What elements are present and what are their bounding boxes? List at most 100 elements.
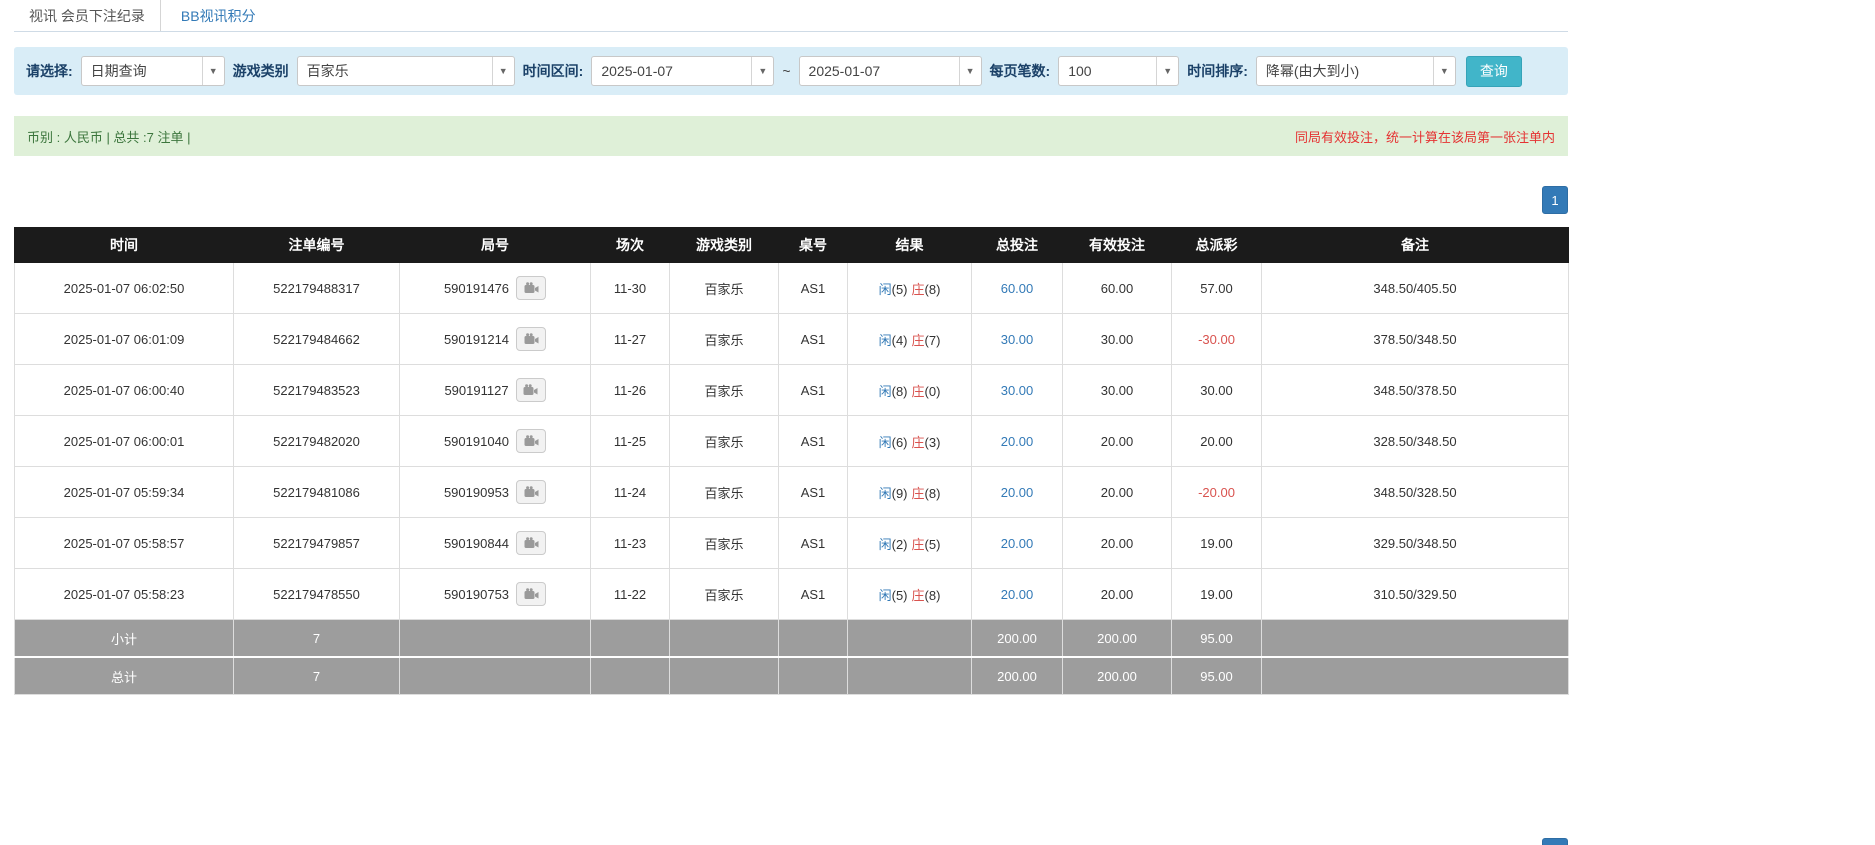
sort-order-value: 降幂(由大到小) bbox=[1257, 61, 1433, 81]
chevron-down-icon[interactable]: ▼ bbox=[492, 57, 514, 85]
chevron-down-icon[interactable]: ▼ bbox=[1433, 57, 1455, 85]
total-bet-link[interactable]: 60.00 bbox=[1001, 281, 1034, 296]
cell-round-id: 590191476 bbox=[400, 263, 591, 314]
video-replay-button[interactable] bbox=[516, 327, 546, 351]
col-session: 场次 bbox=[591, 228, 670, 263]
result-player-score: (9) bbox=[892, 486, 908, 501]
video-camera-icon bbox=[524, 537, 539, 549]
cell-payout: 57.00 bbox=[1172, 263, 1262, 314]
round-id-text: 590191214 bbox=[444, 332, 509, 347]
game-type-value: 百家乐 bbox=[298, 61, 492, 81]
cell-bet-id: 522179482020 bbox=[234, 416, 400, 467]
total-bet-link[interactable]: 30.00 bbox=[1001, 383, 1034, 398]
content: 视讯 会员下注纪录 BB视讯积分 请选择: 日期查询 ▼ 游戏类别 百家乐 ▼ … bbox=[14, 0, 1568, 695]
video-replay-button[interactable] bbox=[516, 429, 546, 453]
chevron-down-icon[interactable]: ▼ bbox=[1156, 57, 1178, 85]
cell-session: 11-30 bbox=[591, 263, 670, 314]
date-to-dropdown[interactable]: 2025-01-07 ▼ bbox=[799, 56, 982, 86]
cell-game-type: 百家乐 bbox=[670, 569, 779, 620]
col-remark: 备注 bbox=[1262, 228, 1569, 263]
cell-result: 闲(8)庄(0) bbox=[848, 365, 972, 416]
valid-bet-note-text: 同局有效投注，统一计算在该局第一张注单内 bbox=[1295, 127, 1555, 146]
grand-total-count: 7 bbox=[234, 657, 400, 695]
empty-cell bbox=[779, 620, 848, 658]
video-camera-icon bbox=[523, 384, 538, 396]
video-replay-button[interactable] bbox=[516, 480, 546, 504]
search-button[interactable]: 查询 bbox=[1466, 56, 1522, 87]
query-type-dropdown[interactable]: 日期查询 ▼ bbox=[81, 56, 225, 86]
cell-round-id: 590190753 bbox=[400, 569, 591, 620]
cell-total-bet: 20.00 bbox=[972, 518, 1063, 569]
grand-total-valid-bet: 200.00 bbox=[1063, 657, 1172, 695]
empty-cell bbox=[779, 657, 848, 695]
total-bet-link[interactable]: 20.00 bbox=[1001, 434, 1034, 449]
round-id-text: 590191040 bbox=[444, 434, 509, 449]
result-banker-label: 庄 bbox=[912, 384, 925, 399]
cell-time: 2025-01-07 06:01:09 bbox=[15, 314, 234, 365]
video-camera-icon bbox=[524, 282, 539, 294]
cell-total-bet: 30.00 bbox=[972, 314, 1063, 365]
result-banker-label: 庄 bbox=[912, 333, 925, 348]
video-replay-button[interactable] bbox=[516, 582, 546, 606]
grand-total-payout: 95.00 bbox=[1172, 657, 1262, 695]
cell-round-id: 590191127 bbox=[400, 365, 591, 416]
video-replay-button[interactable] bbox=[516, 276, 546, 300]
total-bet-link[interactable]: 30.00 bbox=[1001, 332, 1034, 347]
result-player-label: 闲 bbox=[879, 588, 892, 603]
cell-payout: 30.00 bbox=[1172, 365, 1262, 416]
cell-valid-bet: 20.00 bbox=[1063, 416, 1172, 467]
col-total-bet: 总投注 bbox=[972, 228, 1063, 263]
game-type-dropdown[interactable]: 百家乐 ▼ bbox=[297, 56, 515, 86]
filter-bar: 请选择: 日期查询 ▼ 游戏类别 百家乐 ▼ 时间区间: 2025-01-07 … bbox=[14, 47, 1568, 95]
cell-bet-id: 522179484662 bbox=[234, 314, 400, 365]
cell-result: 闲(4)庄(7) bbox=[848, 314, 972, 365]
subtotal-payout: 95.00 bbox=[1172, 620, 1262, 658]
cell-time: 2025-01-07 05:58:23 bbox=[15, 569, 234, 620]
cell-total-bet: 20.00 bbox=[972, 569, 1063, 620]
payout-value: 20.00 bbox=[1200, 434, 1233, 449]
grand-total-total-bet: 200.00 bbox=[972, 657, 1063, 695]
col-table-no: 桌号 bbox=[779, 228, 848, 263]
cell-bet-id: 522179479857 bbox=[234, 518, 400, 569]
total-bet-link[interactable]: 20.00 bbox=[1001, 485, 1034, 500]
cell-game-type: 百家乐 bbox=[670, 314, 779, 365]
chevron-down-icon[interactable]: ▼ bbox=[959, 57, 981, 85]
page-1-button-bottom[interactable]: 1 bbox=[1542, 838, 1568, 845]
cell-game-type: 百家乐 bbox=[670, 467, 779, 518]
cell-game-type: 百家乐 bbox=[670, 518, 779, 569]
subtotal-row: 小计 7 200.00 200.00 95.00 bbox=[15, 620, 1569, 658]
betting-records-table: 时间 注单编号 局号 场次 游戏类别 桌号 结果 总投注 有效投注 总派彩 备注… bbox=[14, 227, 1569, 695]
result-banker-label: 庄 bbox=[912, 282, 925, 297]
video-camera-icon bbox=[524, 588, 539, 600]
sort-order-dropdown[interactable]: 降幂(由大到小) ▼ bbox=[1256, 56, 1456, 86]
chevron-down-icon[interactable]: ▼ bbox=[202, 57, 224, 85]
range-separator: ~ bbox=[782, 63, 790, 79]
tab-betting-records[interactable]: 视讯 会员下注纪录 bbox=[14, 0, 161, 31]
video-replay-button[interactable] bbox=[516, 531, 546, 555]
date-from-dropdown[interactable]: 2025-01-07 ▼ bbox=[591, 56, 774, 86]
video-replay-button[interactable] bbox=[516, 378, 546, 402]
total-bet-link[interactable]: 20.00 bbox=[1001, 587, 1034, 602]
payout-value: 19.00 bbox=[1200, 536, 1233, 551]
tab-bb-video-points[interactable]: BB视讯积分 bbox=[166, 0, 271, 31]
result-banker-score: (7) bbox=[925, 333, 941, 348]
total-bet-link[interactable]: 20.00 bbox=[1001, 536, 1034, 551]
cell-time: 2025-01-07 05:59:34 bbox=[15, 467, 234, 518]
result-player-score: (5) bbox=[892, 282, 908, 297]
cell-round-id: 590190844 bbox=[400, 518, 591, 569]
cell-total-bet: 30.00 bbox=[972, 365, 1063, 416]
page-1-button[interactable]: 1 bbox=[1542, 186, 1568, 214]
grand-total-label: 总计 bbox=[15, 657, 234, 695]
col-valid-bet: 有效投注 bbox=[1063, 228, 1172, 263]
chevron-down-icon[interactable]: ▼ bbox=[751, 57, 773, 85]
cell-time: 2025-01-07 06:00:01 bbox=[15, 416, 234, 467]
col-bet-id: 注单编号 bbox=[234, 228, 400, 263]
round-id-text: 590190844 bbox=[444, 536, 509, 551]
cell-session: 11-24 bbox=[591, 467, 670, 518]
page-size-dropdown[interactable]: 100 ▼ bbox=[1058, 56, 1179, 86]
empty-cell bbox=[400, 657, 591, 695]
cell-table-no: AS1 bbox=[779, 518, 848, 569]
cell-valid-bet: 20.00 bbox=[1063, 467, 1172, 518]
cell-payout: 19.00 bbox=[1172, 569, 1262, 620]
cell-table-no: AS1 bbox=[779, 263, 848, 314]
